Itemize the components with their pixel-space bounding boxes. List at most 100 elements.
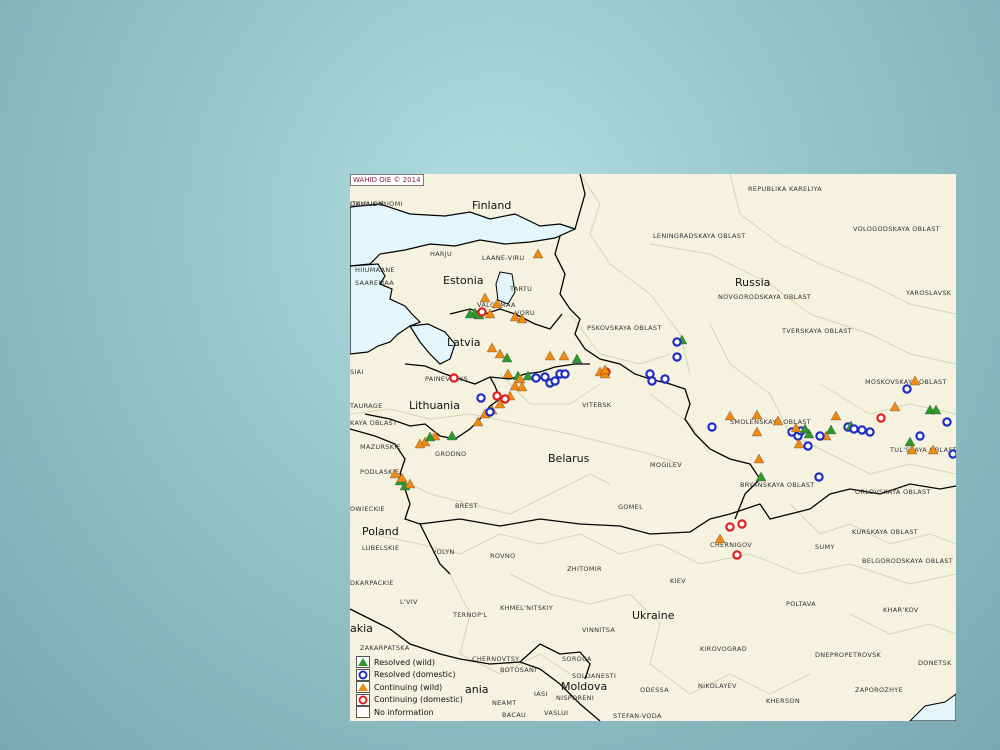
continuing-domestic-marker [500,394,510,404]
country-label: Poland [362,525,399,538]
legend-item-resolved-domestic: Resolved (domestic) [356,668,463,682]
region-label: DONETSK [918,659,952,667]
region-label: ORLOVSKAYA OBLAST [855,488,931,496]
region-label: NISPORENI [556,694,594,702]
continuing-wild-marker [751,409,763,420]
region-label: KURSKAYA OBLAST [852,528,918,536]
resolved-domestic-marker [485,407,495,417]
region-label: ZHITOMIR [567,565,602,573]
region-label: MAZURSKIE [360,443,401,451]
legend-label: Continuing (domestic) [374,695,463,705]
country-label: akia [350,622,373,635]
region-label: HIIUMAANE [355,266,395,274]
resolved-domestic-marker [707,422,717,432]
country-label: Belarus [548,452,590,465]
region-label: SOLDANESTI [572,672,616,680]
legend-item-resolved-wild: Resolved (wild) [356,656,463,669]
legend-label: Resolved (domestic) [374,670,456,680]
region-label: BOTOSANI [500,666,536,674]
region-label: VOLYN [432,548,455,556]
continuing-wild-marker [502,368,514,379]
continuing-wild-marker [830,410,842,421]
region-label: MOGILEV [650,461,682,469]
region-label: KHMEL'NITSKIY [500,604,553,612]
region-label: KHERSON [766,697,800,705]
map-canvas: Finland Estonia Russia Latvia Lithuania Belar… [350,174,956,721]
blue-ring-icon [356,668,370,681]
country-label: Estonia [443,274,484,287]
resolved-domestic-marker [948,449,956,459]
region-label: LENINGRADSKAYA OBLAST [653,232,746,240]
region-label: NIKOLAYEV [698,682,737,690]
resolved-domestic-marker [660,374,670,384]
region-label: STEFAN-VODA [613,712,662,720]
region-label: VITEBSK [582,401,612,409]
resolved-domestic-marker [857,425,867,435]
continuing-wild-marker [724,410,736,421]
resolved-wild-marker [446,430,458,441]
region-label: TAURAGE [350,402,383,410]
region-label: VASLUI [544,709,568,717]
map-legend: Resolved (wild) Resolved (domestic) Cont… [356,656,463,719]
legend-label: Resolved (wild) [374,657,435,667]
resolved-domestic-marker [672,337,682,347]
continuing-wild-marker [532,248,544,259]
region-label: ZAKARPATSKA [360,644,410,652]
resolved-wild-marker [825,424,837,435]
region-label: LAANE-VIRU [482,254,524,262]
region-label: KIROVOGRAD [700,645,747,653]
region-label: PSKOVSKAYA OBLAST [587,324,662,332]
resolved-domestic-marker [803,441,813,451]
baltic-sea [350,263,422,355]
resolved-wild-marker [755,471,767,482]
black-sea-corner [909,693,956,721]
region-label: TARTU [509,285,532,293]
continuing-domestic-marker [477,307,487,317]
region-label: BRYANSKAYA OBLAST [740,481,815,489]
region-label: ETELA-SUOMI [540,174,587,176]
resolved-domestic-marker [550,376,560,386]
continuing-wild-marker [486,342,498,353]
region-label: NOVGORODSKAYA OBLAST [718,293,811,301]
region-label: BACAU [502,711,526,719]
region-label: IASI [534,690,548,698]
continuing-wild-marker [558,350,570,361]
resolved-wild-marker [571,353,583,364]
region-label: GOMEL [618,503,643,511]
continuing-domestic-marker [876,413,886,423]
country-label: Finland [472,199,511,212]
empty-box-icon [356,706,370,719]
region-label: OUNAIS-SUOMI [350,200,403,208]
resolved-domestic-marker [647,376,657,386]
resolved-domestic-marker [849,424,859,434]
continuing-wild-marker [751,426,763,437]
legend-label: No information [374,707,434,717]
legend-item-no-information: No information [356,706,463,719]
region-label: OWIECKIE [350,505,385,513]
region-label: KIEV [670,577,686,585]
region-label: BREST [455,502,478,510]
continuing-domestic-marker [449,373,459,383]
resolved-domestic-marker [942,417,952,427]
region-label: KAYA OBLAST [350,419,397,427]
country-label: Latvia [447,336,481,349]
country-label: Russia [735,276,770,289]
continuing-domestic-marker [725,522,735,532]
region-label: SAAREMAA [355,279,394,287]
continuing-domestic-marker [737,519,747,529]
region-label: YAROSLAVSK [905,289,952,297]
continuing-domestic-marker [732,550,742,560]
continuing-wild-marker [714,533,726,544]
continuing-domestic-marker [492,391,502,401]
country-label: Moldova [561,680,607,693]
region-label: POLTAVA [786,600,816,608]
region-label: DKARPACKIE [350,579,394,587]
continuing-wild-marker [494,348,506,359]
region-label: REPUBLIKA KARELIYA [748,185,822,193]
resolved-domestic-marker [672,352,682,362]
region-label: SIAI [350,368,364,376]
continuing-wild-marker [516,381,528,392]
region-label: PAINEVEZYS [425,375,468,383]
region-label: LUBELSKIE [362,544,399,552]
region-label: HARJU [430,250,452,258]
